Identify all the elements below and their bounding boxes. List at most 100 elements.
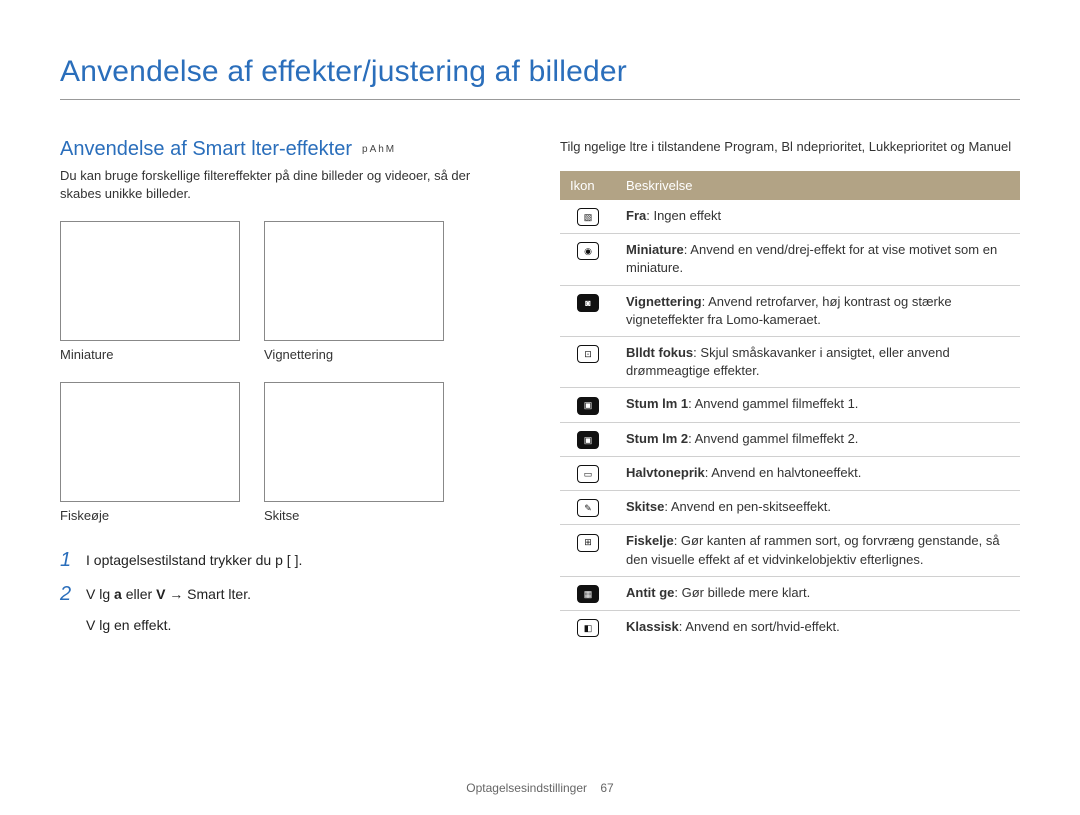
effect-icon-cell: ▦	[560, 576, 616, 610]
effects-table-body: ▧ Fra: Ingen effekt ◉ Miniature: Anvend …	[560, 200, 1020, 645]
effect-icon-cell: ▣	[560, 388, 616, 422]
effect-icon: ▣	[577, 431, 599, 449]
table-row: ◧ Klassisk: Anvend en sort/hvid-effekt.	[560, 611, 1020, 645]
effect-name: Stum lm 2	[626, 431, 688, 446]
effects-table: Ikon Beskrivelse ▧ Fra: Ingen effekt ◉ M…	[560, 171, 1020, 645]
thumbnail-label: Vignettering	[264, 347, 444, 362]
effect-icon: ⊞	[577, 534, 599, 552]
thumbnail-cell: Vignettering	[264, 221, 444, 362]
mode-icon-group: p A h M	[362, 144, 394, 155]
table-header-row: Ikon Beskrivelse	[560, 171, 1020, 200]
effect-icon: ▦	[577, 585, 599, 603]
effect-icon-cell: ▣	[560, 422, 616, 456]
table-header-icon: Ikon	[560, 171, 616, 200]
effect-name: Miniature	[626, 242, 684, 257]
step-text: V lg a eller V → Smart lter.	[86, 583, 251, 607]
table-header-desc: Beskrivelse	[616, 171, 1020, 200]
effect-icon: ▣	[577, 397, 599, 415]
table-row: ▣ Stum lm 2: Anvend gammel filmeffekt 2.	[560, 422, 1020, 456]
effect-name: Fra	[626, 208, 646, 223]
table-row: ◙ Vignettering: Anvend retrofarver, høj …	[560, 285, 1020, 336]
step-text-part: ].	[295, 552, 303, 568]
right-intro: Tilg ngelige ltre i tilstandene Program,…	[560, 138, 1020, 157]
effect-desc: Antit ge: Gør billede mere klart.	[616, 576, 1020, 610]
effect-icon-cell: ▭	[560, 456, 616, 490]
table-row: ▧ Fra: Ingen effekt	[560, 200, 1020, 234]
title-divider	[60, 99, 1020, 100]
step-text-bold: V	[156, 586, 165, 602]
effect-icon-cell: ⊞	[560, 525, 616, 576]
effect-desc: Klassisk: Anvend en sort/hvid-effekt.	[616, 611, 1020, 645]
thumbnail-image	[264, 221, 444, 341]
step-text: I optagelsestilstand trykker du p [ ].	[86, 549, 302, 573]
effect-desc: Fra: Ingen effekt	[616, 200, 1020, 234]
table-row: ✎ Skitse: Anvend en pen-skitseeffekt.	[560, 491, 1020, 525]
step-item: 1 I optagelsestilstand trykker du p [ ].	[60, 549, 500, 573]
step-text-part: → Smart lter.	[169, 586, 251, 602]
mode-icon: M	[386, 144, 394, 155]
thumbnail-label: Fiskeøje	[60, 508, 240, 523]
thumbnail-label: Skitse	[264, 508, 444, 523]
effect-desc: Fiskelje: Gør kanten af rammen sort, og …	[616, 525, 1020, 576]
mode-icon: h	[378, 144, 384, 155]
table-row: ⊞ Fiskelje: Gør kanten af rammen sort, o…	[560, 525, 1020, 576]
effect-desc: Halvtoneprik: Anvend en halvtoneeffekt.	[616, 456, 1020, 490]
thumbnail-cell: Fiskeøje	[60, 382, 240, 523]
effect-rest: : Anvend en sort/hvid-effekt.	[679, 619, 840, 634]
effect-rest: : Anvend en pen-skitseeffekt.	[664, 499, 831, 514]
effect-rest: : Ingen effekt	[646, 208, 721, 223]
effect-icon: ✎	[577, 499, 599, 517]
section-intro: Du kan bruge forskellige filtereffekter …	[60, 167, 500, 203]
effect-icon-cell: ⊡	[560, 336, 616, 387]
effect-icon: ⊡	[577, 345, 599, 363]
thumbnail-image	[60, 382, 240, 502]
right-column: Tilg ngelige ltre i tilstandene Program,…	[560, 138, 1020, 644]
footer-page-number: 67	[600, 781, 613, 795]
effect-desc: Miniature: Anvend en vend/drej-effekt fo…	[616, 234, 1020, 285]
two-column-layout: Anvendelse af Smart lter-effekter p A h …	[60, 138, 1020, 644]
page-footer: Optagelsesindstillinger 67	[0, 781, 1080, 795]
effect-name: Fiskelje	[626, 533, 674, 548]
thumbnail-label: Miniature	[60, 347, 240, 362]
effect-rest: : Gør kanten af rammen sort, og forvræng…	[626, 533, 1000, 566]
table-row: ◉ Miniature: Anvend en vend/drej-effekt …	[560, 234, 1020, 285]
effect-icon-cell: ▧	[560, 200, 616, 234]
effect-icon: ▭	[577, 465, 599, 483]
effect-name: Skitse	[626, 499, 664, 514]
step-subtext: V lg en effekt.	[86, 617, 500, 633]
thumbnail-cell: Miniature	[60, 221, 240, 362]
mode-icon: A	[370, 144, 377, 155]
table-row: ⊡ Blldt fokus: Skjul småskavanker i ansi…	[560, 336, 1020, 387]
section-title-text: Anvendelse af Smart lter-effekter	[60, 138, 352, 161]
effect-rest: : Anvend en halvtoneeffekt.	[705, 465, 862, 480]
table-row: ▦ Antit ge: Gør billede mere klart.	[560, 576, 1020, 610]
effect-icon: ◙	[577, 294, 599, 312]
effect-name: Vignettering	[626, 294, 702, 309]
effect-desc: Stum lm 1: Anvend gammel filmeffekt 1.	[616, 388, 1020, 422]
effect-name: Klassisk	[626, 619, 679, 634]
effect-name: Antit ge	[626, 585, 674, 600]
manual-page: Anvendelse af effekter/justering af bill…	[0, 0, 1080, 815]
thumbnail-grid: Miniature Vignettering Fiskeøje Skitse	[60, 221, 500, 523]
table-row: ▭ Halvtoneprik: Anvend en halvtoneeffekt…	[560, 456, 1020, 490]
effect-name: Halvtoneprik	[626, 465, 705, 480]
effect-desc: Stum lm 2: Anvend gammel filmeffekt 2.	[616, 422, 1020, 456]
effect-icon: ◉	[577, 242, 599, 260]
table-row: ▣ Stum lm 1: Anvend gammel filmeffekt 1.	[560, 388, 1020, 422]
mode-icon: p	[362, 144, 368, 155]
effect-icon-cell: ✎	[560, 491, 616, 525]
step-text-part: eller	[126, 586, 156, 602]
effect-icon-cell: ◙	[560, 285, 616, 336]
effect-icon: ▧	[577, 208, 599, 226]
step-text-part: I optagelsestilstand trykker du p [	[86, 552, 291, 568]
effect-name: Blldt fokus	[626, 345, 693, 360]
step-item: 2 V lg a eller V → Smart lter.	[60, 583, 500, 607]
section-title: Anvendelse af Smart lter-effekter p A h …	[60, 138, 500, 161]
footer-section: Optagelsesindstillinger	[466, 781, 587, 795]
effect-icon: ◧	[577, 619, 599, 637]
steps-list: 1 I optagelsestilstand trykker du p [ ].…	[60, 549, 500, 633]
step-text-bold: a	[114, 586, 122, 602]
effect-icon-cell: ◉	[560, 234, 616, 285]
effect-desc: Blldt fokus: Skjul småskavanker i ansigt…	[616, 336, 1020, 387]
step-text-part: V lg	[86, 586, 114, 602]
